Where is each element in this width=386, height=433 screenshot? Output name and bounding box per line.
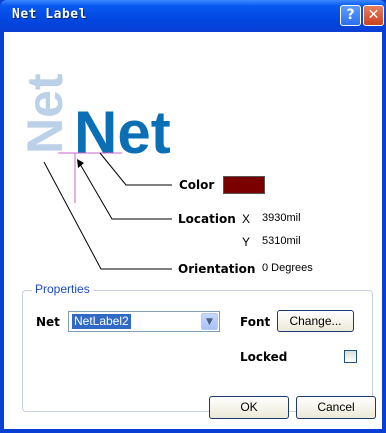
close-icon: ✕ — [367, 7, 380, 23]
properties-group-title: Properties — [32, 282, 93, 296]
location-x-label: X — [242, 212, 251, 226]
title-bar[interactable]: Net Label ? ✕ — [0, 0, 386, 32]
close-button[interactable]: ✕ — [363, 5, 384, 26]
location-x-value[interactable]: 3930mil — [262, 212, 301, 224]
help-button[interactable]: ? — [340, 5, 361, 26]
cancel-button[interactable]: Cancel — [296, 396, 376, 419]
change-font-button[interactable]: Change... — [277, 310, 354, 332]
color-swatch[interactable] — [223, 176, 265, 194]
chevron-down-icon[interactable]: ▼ — [201, 313, 218, 330]
net-name-value[interactable]: NetLabel2 — [72, 314, 131, 329]
font-label: Font — [240, 315, 271, 329]
locked-label: Locked — [240, 350, 288, 364]
window-title: Net Label — [12, 7, 87, 22]
color-label: Color — [179, 178, 215, 192]
net-name-combobox[interactable]: NetLabel2 ▼ — [68, 311, 220, 332]
location-callout-line — [79, 163, 172, 220]
rotated-net-text: Net — [17, 73, 73, 154]
orientation-label: Orientation — [178, 262, 256, 276]
dialog-body: Net Net Color Location X 3930mil Y 5310m… — [4, 32, 382, 429]
location-y-label: Y — [242, 235, 251, 249]
locked-checkbox[interactable] — [344, 350, 357, 363]
location-label: Location — [178, 212, 236, 226]
net-label: Net — [36, 315, 60, 329]
net-label-diagram: Net Net — [17, 73, 172, 270]
help-icon: ? — [346, 7, 355, 23]
net-label-dialog: Net Label ? ✕ Net Net Color Location X 3… — [0, 0, 386, 433]
net-logo-text: Net — [74, 99, 171, 166]
location-y-value[interactable]: 5310mil — [262, 235, 301, 247]
orientation-callout-line — [43, 161, 172, 270]
properties-group — [22, 290, 373, 412]
orientation-value[interactable]: 0 Degrees — [262, 262, 313, 274]
ok-button[interactable]: OK — [209, 396, 289, 419]
